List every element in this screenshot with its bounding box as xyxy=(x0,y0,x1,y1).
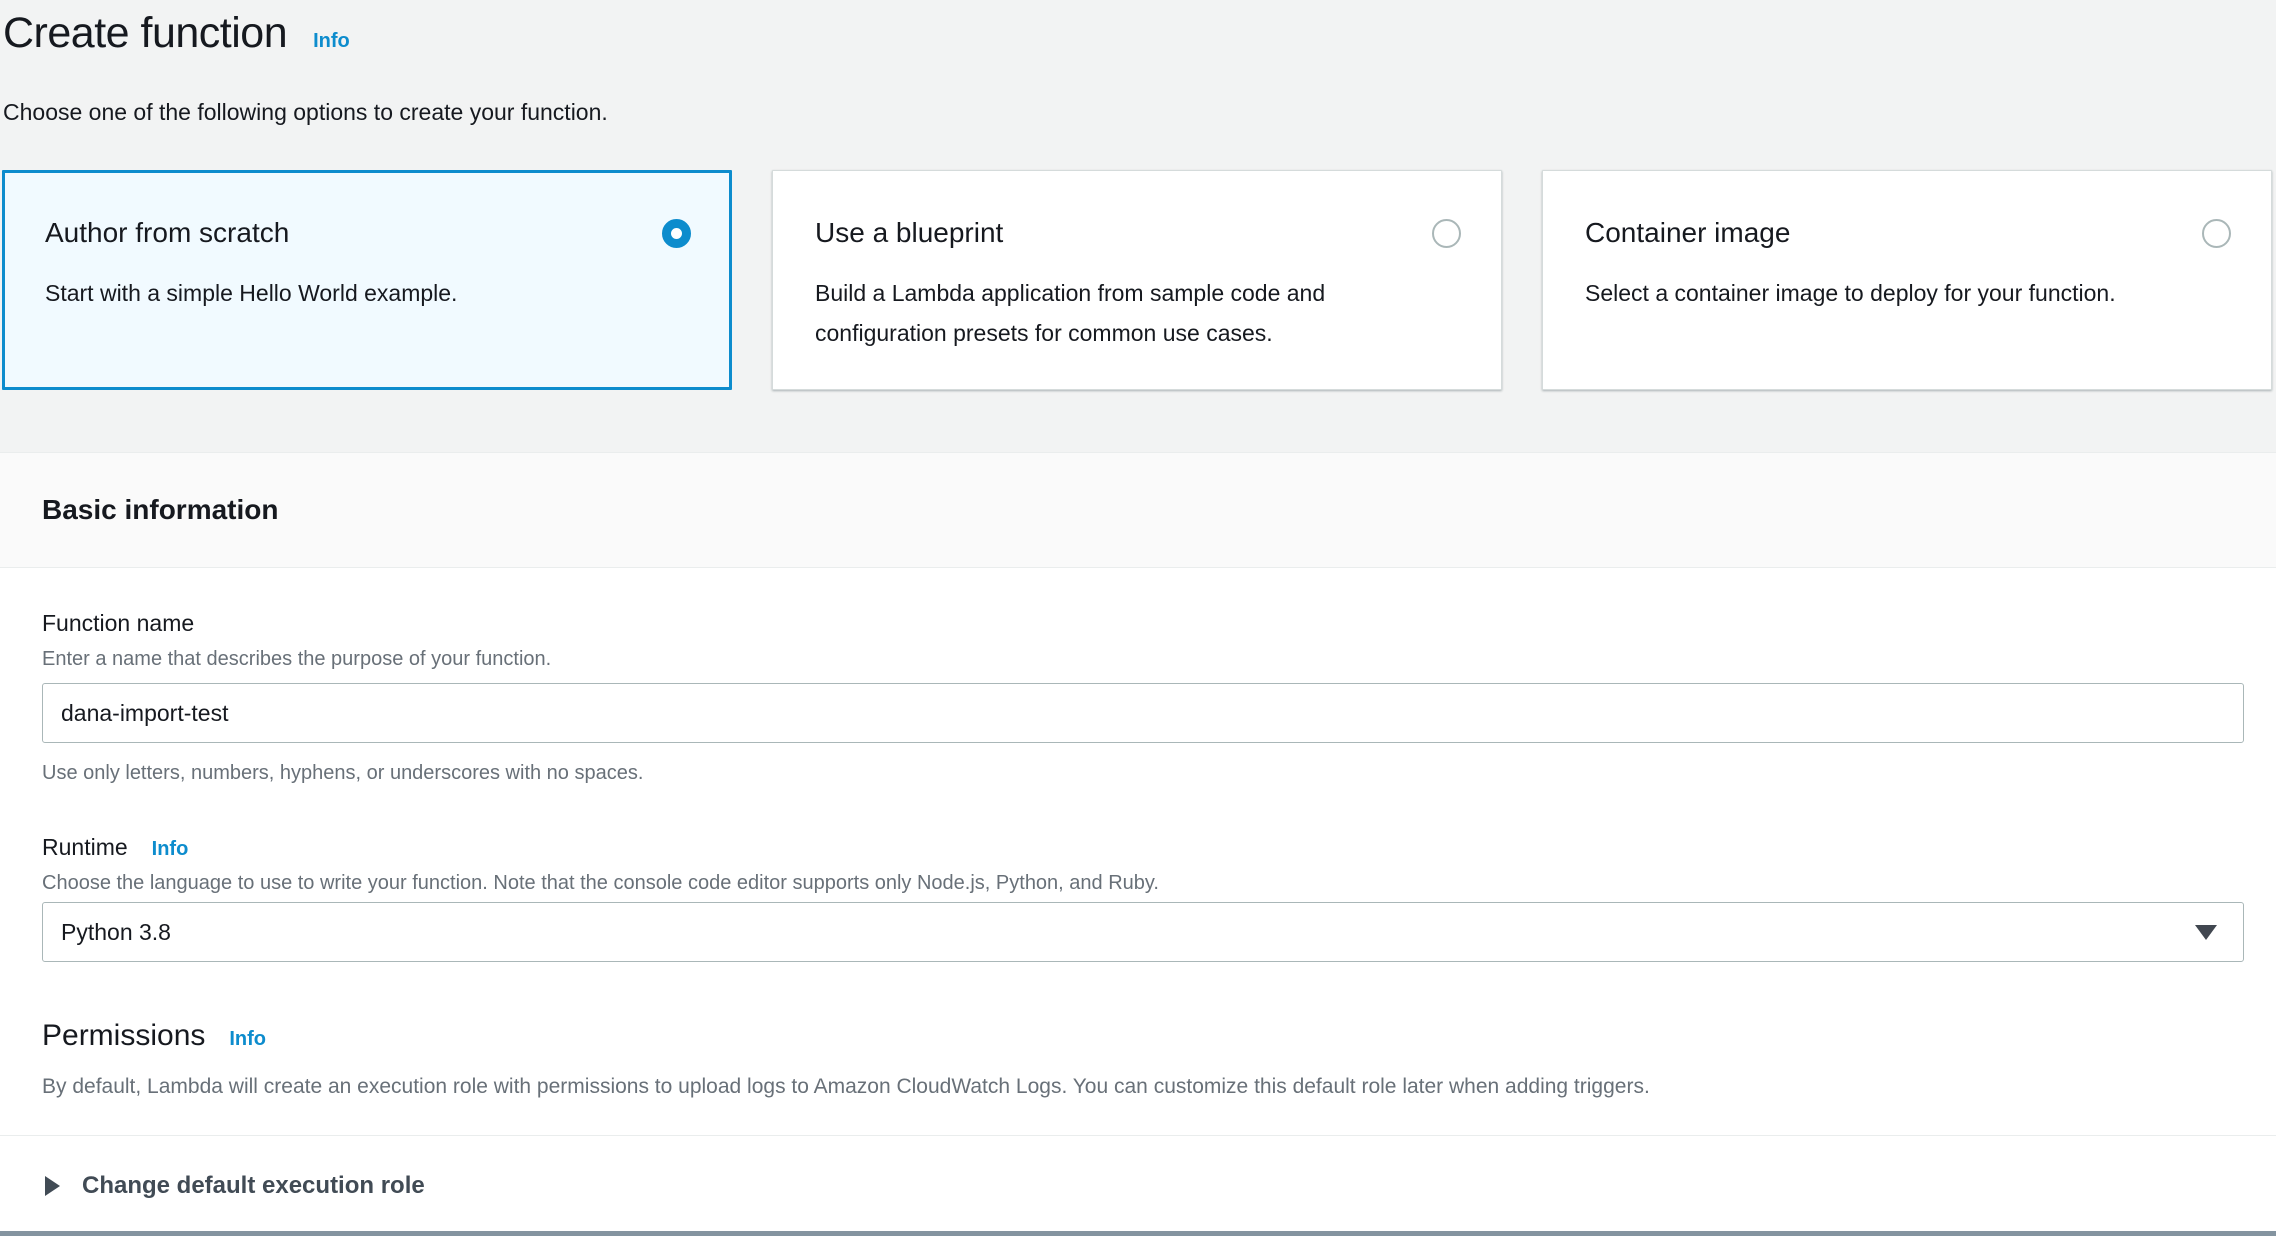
radio-selected-icon[interactable] xyxy=(662,219,691,248)
option-description: Select a container image to deploy for y… xyxy=(1585,273,2145,313)
page-title-info-link[interactable]: Info xyxy=(313,30,350,53)
basic-information-heading: Basic information xyxy=(42,494,278,526)
option-title: Container image xyxy=(1585,211,1790,255)
basic-information-header: Basic information xyxy=(0,453,2276,568)
function-name-label: Function name xyxy=(42,607,194,639)
option-card-author-from-scratch[interactable]: Author from scratch Start with a simple … xyxy=(2,170,732,390)
function-name-constraint: Use only letters, numbers, hyphens, or u… xyxy=(42,759,643,787)
permissions-heading: Permissions xyxy=(42,1015,205,1057)
radio-unselected-icon[interactable] xyxy=(1432,219,1461,248)
basic-information-panel: Basic information Function name Enter a … xyxy=(0,452,2276,1238)
option-card-container-image[interactable]: Container image Select a container image… xyxy=(1542,170,2272,390)
page-subtitle: Choose one of the following options to c… xyxy=(3,95,608,129)
option-card-head: Container image xyxy=(1585,211,2231,255)
chevron-down-icon xyxy=(2195,925,2217,940)
runtime-select[interactable]: Python 3.8 xyxy=(42,902,2244,962)
change-default-execution-role-expander[interactable]: Change default execution role xyxy=(45,1169,425,1203)
option-description: Start with a simple Hello World example. xyxy=(45,273,665,313)
option-title: Author from scratch xyxy=(45,211,289,255)
runtime-info-link[interactable]: Info xyxy=(152,838,189,861)
caret-right-icon xyxy=(45,1176,60,1196)
expander-label: Change default execution role xyxy=(82,1169,425,1203)
runtime-help: Choose the language to use to write your… xyxy=(42,869,1159,897)
section-divider xyxy=(0,1135,2276,1136)
page-title: Create function xyxy=(3,4,287,62)
bottom-bar xyxy=(0,1231,2276,1236)
permissions-description: By default, Lambda will create an execut… xyxy=(42,1073,1650,1101)
permissions-info-link[interactable]: Info xyxy=(229,1028,266,1051)
runtime-label-row: Runtime Info xyxy=(42,831,188,863)
option-title: Use a blueprint xyxy=(815,211,1003,255)
page-header: Create function Info xyxy=(3,4,350,62)
radio-unselected-icon[interactable] xyxy=(2202,219,2231,248)
option-description: Build a Lambda application from sample c… xyxy=(815,273,1435,353)
permissions-heading-row: Permissions Info xyxy=(42,1015,266,1057)
creation-options-group: Author from scratch Start with a simple … xyxy=(2,170,2272,390)
function-name-input[interactable] xyxy=(42,683,2244,743)
function-name-help: Enter a name that describes the purpose … xyxy=(42,645,551,673)
runtime-label: Runtime xyxy=(42,831,128,863)
option-card-head: Use a blueprint xyxy=(815,211,1461,255)
option-card-use-a-blueprint[interactable]: Use a blueprint Build a Lambda applicati… xyxy=(772,170,1502,390)
runtime-selected-value: Python 3.8 xyxy=(61,919,171,946)
option-card-head: Author from scratch xyxy=(45,211,691,255)
